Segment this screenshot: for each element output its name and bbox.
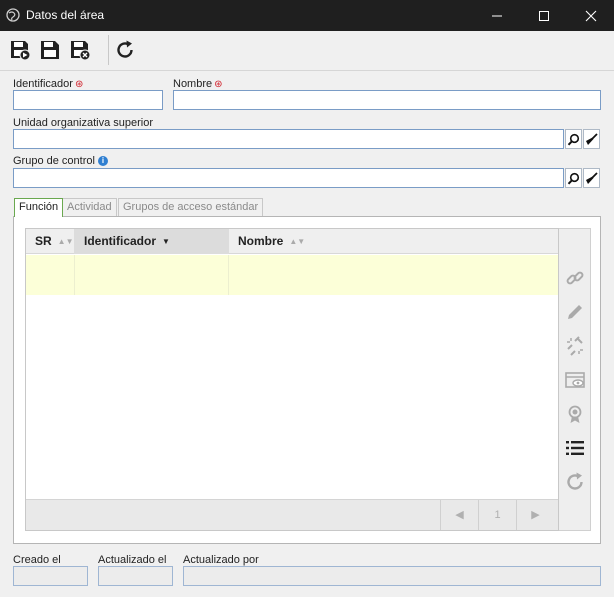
- identificador-input[interactable]: [14, 91, 162, 109]
- unidad-search-button[interactable]: [565, 129, 582, 149]
- actualizado-por-field: [183, 566, 601, 586]
- grid-actions-sidebar: [559, 228, 591, 531]
- prev-page-button[interactable]: ◀: [440, 500, 478, 530]
- sort-descending-icon: ▼: [162, 237, 170, 246]
- table-cell: [26, 255, 75, 295]
- table-cell: [229, 255, 558, 295]
- save-button[interactable]: [37, 37, 63, 63]
- refresh-icon: [117, 40, 133, 58]
- next-page-button[interactable]: ▶: [516, 500, 554, 530]
- actualizado-label: Actualizado el: [98, 554, 167, 566]
- globe-icon: [6, 8, 20, 22]
- view-button[interactable]: [564, 369, 586, 391]
- save-and-close-button[interactable]: [67, 37, 93, 63]
- broom-icon: [586, 171, 598, 184]
- unidad-field[interactable]: [13, 129, 564, 149]
- unlink-icon: [567, 336, 583, 356]
- nombre-label: Nombre ⊛: [173, 78, 223, 90]
- required-icon: ⊛: [74, 79, 84, 90]
- toolbar: [0, 31, 614, 71]
- grid-header: SR ▲▼ Identificador ▼ Nombre ▲▼: [26, 229, 558, 254]
- tab-grupos-acceso[interactable]: Grupos de acceso estándar: [118, 198, 264, 216]
- column-header-nombre[interactable]: Nombre ▲▼: [229, 229, 558, 254]
- column-header-identificador[interactable]: Identificador ▼: [75, 229, 229, 254]
- link-icon: [566, 271, 584, 285]
- search-icon: [567, 172, 580, 184]
- sort-icon: ▲▼: [289, 237, 306, 246]
- column-header-sr[interactable]: SR ▲▼: [26, 229, 75, 254]
- unidad-clear-button[interactable]: [583, 129, 600, 149]
- page-number[interactable]: 1: [478, 500, 516, 530]
- save-icon: [41, 41, 59, 59]
- award-icon: [568, 405, 582, 423]
- creado-label: Creado el: [13, 554, 61, 566]
- grid-refresh-button[interactable]: [564, 471, 586, 493]
- refresh-icon: [567, 472, 583, 490]
- grupo-field[interactable]: [13, 168, 564, 188]
- info-icon[interactable]: i: [97, 156, 108, 166]
- close-button[interactable]: [568, 0, 614, 31]
- save-new-icon: [11, 41, 31, 61]
- refresh-button[interactable]: [112, 37, 138, 63]
- list-icon: [566, 441, 584, 455]
- tab-actividad[interactable]: Actividad: [62, 198, 117, 216]
- toolbar-separator: [108, 35, 109, 65]
- tab-funcion[interactable]: Función: [14, 198, 64, 217]
- grid-pagination: ◀ 1 ▶: [26, 499, 558, 530]
- minimize-icon: [492, 15, 502, 16]
- actualizado-por-label: Actualizado por: [183, 554, 259, 566]
- maximize-button[interactable]: [521, 0, 567, 31]
- grupo-search-button[interactable]: [565, 168, 582, 188]
- grupo-label: Grupo de control i: [13, 155, 108, 167]
- disassociate-button[interactable]: [564, 335, 586, 357]
- search-icon: [567, 133, 580, 145]
- certificate-button[interactable]: [564, 403, 586, 425]
- function-grid: SR ▲▼ Identificador ▼ Nombre ▲▼ ◀ 1 ▶: [25, 228, 559, 531]
- associate-button[interactable]: [564, 267, 586, 289]
- close-icon: [585, 10, 597, 21]
- window-titlebar: Datos del área: [0, 0, 614, 31]
- nombre-input[interactable]: [174, 91, 600, 109]
- save-and-new-button[interactable]: [7, 37, 33, 63]
- view-icon: [565, 372, 585, 388]
- identificador-field[interactable]: [13, 90, 163, 110]
- table-row[interactable]: [26, 255, 558, 295]
- grupo-input[interactable]: [14, 169, 563, 187]
- identificador-label: Identificador ⊛: [13, 78, 84, 90]
- grupo-clear-button[interactable]: [583, 168, 600, 188]
- unidad-input[interactable]: [14, 130, 563, 148]
- pencil-icon: [568, 305, 582, 319]
- edit-button[interactable]: [564, 301, 586, 323]
- sort-icon: ▲▼: [57, 237, 74, 246]
- minimize-button[interactable]: [474, 0, 520, 31]
- actualizado-field: [98, 566, 173, 586]
- window-title: Datos del área: [26, 8, 105, 22]
- unidad-label: Unidad organizativa superior: [13, 117, 154, 129]
- creado-field: [13, 566, 88, 586]
- list-button[interactable]: [564, 437, 586, 459]
- maximize-icon: [539, 10, 549, 21]
- table-cell: [75, 255, 229, 295]
- tab-panel: SR ▲▼ Identificador ▼ Nombre ▲▼ ◀ 1 ▶: [13, 216, 601, 544]
- broom-icon: [586, 132, 598, 145]
- save-close-icon: [71, 41, 91, 61]
- nombre-field[interactable]: [173, 90, 601, 110]
- required-icon: ⊛: [214, 79, 223, 90]
